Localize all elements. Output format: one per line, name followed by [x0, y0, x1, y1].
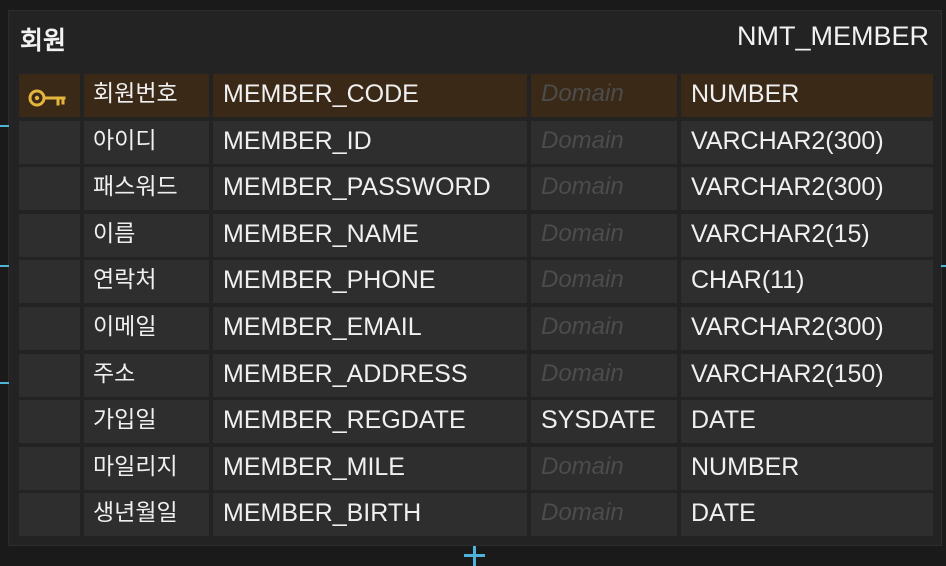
column-domain-placeholder: Domain	[531, 120, 677, 164]
key-cell	[19, 353, 80, 397]
entity-header: 회원 NMT_MEMBER	[9, 11, 941, 63]
column-logical-name: 주소	[84, 353, 209, 397]
column-physical-name: MEMBER_PHONE	[213, 260, 527, 304]
key-cell	[19, 167, 80, 211]
key-cell	[19, 493, 80, 537]
column-data-type: NUMBER	[681, 446, 933, 490]
entity-nmt-member[interactable]: 회원 NMT_MEMBER 회원번호 MEMBER_CODE Domain NUMBE…	[8, 10, 942, 546]
column-logical-name: 연락처	[84, 260, 209, 304]
column-logical-name: 아이디	[84, 120, 209, 164]
column-domain-placeholder: Domain	[531, 167, 677, 211]
column-physical-name: MEMBER_PASSWORD	[213, 167, 527, 211]
column-logical-name: 생년월일	[84, 493, 209, 537]
relationship-connector-left-middle	[0, 265, 9, 267]
column-physical-name: MEMBER_ID	[213, 120, 527, 164]
column-domain-placeholder: Domain	[531, 306, 677, 350]
column-physical-name: MEMBER_NAME	[213, 213, 527, 257]
column-physical-name: MEMBER_MILE	[213, 446, 527, 490]
column-data-type: NUMBER	[681, 74, 933, 117]
column-data-type: VARCHAR2(300)	[681, 120, 933, 164]
column-physical-name: MEMBER_CODE	[213, 74, 527, 117]
column-logical-name: 가입일	[84, 400, 209, 444]
key-cell	[19, 120, 80, 164]
column-data-type: VARCHAR2(300)	[681, 306, 933, 350]
entity-logical-name: 회원	[20, 26, 67, 55]
column-domain-placeholder: Domain	[531, 493, 677, 537]
column-logical-name: 이름	[84, 213, 209, 257]
relationship-connector-left-top	[0, 125, 9, 127]
key-cell	[19, 213, 80, 257]
entity-physical-name: NMT_MEMBER	[736, 21, 929, 51]
column-default-value: SYSDATE	[531, 400, 677, 444]
column-data-type: CHAR(11)	[681, 260, 933, 304]
column-physical-name: MEMBER_REGDATE	[213, 400, 527, 444]
column-data-type: VARCHAR2(15)	[681, 213, 933, 257]
column-domain-placeholder: Domain	[531, 260, 677, 304]
key-cell	[19, 400, 80, 444]
column-domain-placeholder: Domain	[531, 353, 677, 397]
column-domain-placeholder: Domain	[531, 213, 677, 257]
relationship-connector-bottom-bar	[464, 554, 485, 557]
column-physical-name: MEMBER_EMAIL	[213, 306, 527, 350]
key-icon	[28, 82, 68, 117]
key-cell	[19, 306, 80, 350]
column-logical-name: 패스워드	[84, 167, 209, 211]
column-data-type: DATE	[681, 493, 933, 537]
column-physical-name: MEMBER_ADDRESS	[213, 353, 527, 397]
relationship-connector-right	[941, 265, 946, 267]
column-physical-name: MEMBER_BIRTH	[213, 493, 527, 537]
column-domain-placeholder: Domain	[531, 74, 677, 117]
key-cell	[19, 74, 80, 117]
key-cell	[19, 260, 80, 304]
erd-canvas: 회원 NMT_MEMBER 회원번호 MEMBER_CODE Domain NUMBE…	[0, 0, 946, 566]
column-data-type: VARCHAR2(150)	[681, 353, 933, 397]
column-logical-name: 마일리지	[84, 446, 209, 490]
column-data-type: VARCHAR2(300)	[681, 167, 933, 211]
column-logical-name: 회원번호	[84, 74, 209, 117]
column-data-type: DATE	[681, 400, 933, 444]
column-logical-name: 이메일	[84, 306, 209, 350]
key-cell	[19, 446, 80, 490]
relationship-connector-left-bottom	[0, 382, 9, 384]
column-domain-placeholder: Domain	[531, 446, 677, 490]
